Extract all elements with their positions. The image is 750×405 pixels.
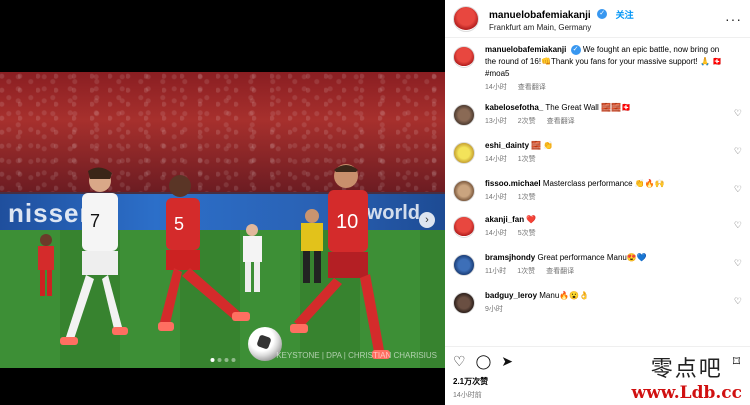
carousel-dots — [210, 358, 235, 362]
comment-row: badguy_leroy Manu🔥😮👌 9小时 ♡ — [445, 290, 750, 328]
svg-text:10: 10 — [336, 211, 358, 233]
verified-badge-icon: ✓ — [597, 8, 608, 19]
comment-time: 13小时 — [485, 118, 507, 125]
svg-text:5: 5 — [174, 214, 184, 234]
carousel-dot-active — [210, 358, 214, 362]
comment-text: ❤️ — [526, 215, 537, 224]
comment-likes[interactable]: 2次赞 — [518, 118, 536, 125]
heart-icon[interactable]: ♡ — [734, 108, 742, 119]
comment-row: akanji_fan ❤️ 14小时 5次赞 ♡ — [445, 214, 750, 252]
avatar[interactable] — [453, 216, 475, 238]
translate-link[interactable]: 查看翻译 — [547, 118, 575, 125]
comment-likes[interactable]: 1次赞 — [518, 156, 536, 163]
comment-time: 9小时 — [485, 306, 503, 313]
media-area: nissen OO world 7 5 10 KEYSTONE | DPA | … — [0, 0, 445, 405]
verified-badge-icon: ✓ — [570, 44, 581, 55]
heart-icon[interactable]: ♡ — [453, 353, 466, 370]
post-side-panel: manuelobafemiakanji ✓ 关注 Frankfurt am Ma… — [445, 0, 750, 405]
comment-row: fissoo.michael Masterclass performance 👏… — [445, 178, 750, 214]
carousel-dot — [217, 358, 221, 362]
comment-username[interactable]: kabelosefotha_ — [485, 103, 543, 112]
post-photo[interactable]: nissen OO world 7 5 10 KEYSTONE | DPA | … — [0, 72, 445, 368]
heart-icon[interactable]: ♡ — [734, 258, 742, 269]
svg-text:7: 7 — [90, 211, 100, 231]
avatar[interactable] — [453, 142, 475, 164]
comment-likes[interactable]: 1次赞 — [518, 194, 536, 201]
watermark-url: www.Ldb.cc — [631, 383, 742, 403]
heart-icon[interactable]: ♡ — [734, 184, 742, 195]
comment-username[interactable]: bramsjhondy — [485, 253, 535, 262]
comment-text: Masterclass performance 👏🔥🙌 — [542, 179, 665, 188]
carousel-dot — [224, 358, 228, 362]
comment-text: The Great Wall 🧱🧱🇨🇭 — [545, 103, 631, 112]
avatar[interactable] — [453, 180, 475, 202]
comment-text: Great performance Manu😍💙 — [537, 253, 647, 262]
comment-row: kabelosefotha_ The Great Wall 🧱🧱🇨🇭 13小时 … — [445, 102, 750, 140]
post-header: manuelobafemiakanji ✓ 关注 Frankfurt am Ma… — [445, 0, 750, 38]
post-location[interactable]: Frankfurt am Main, Germany — [489, 23, 634, 33]
background-player-red — [38, 234, 54, 296]
site-watermark: 零点吧 www.Ldb.cc — [632, 351, 742, 403]
caption-time: 14小时 — [485, 84, 507, 91]
share-icon[interactable]: ➤ — [501, 353, 513, 370]
post-username[interactable]: manuelobafemiakanji — [489, 10, 591, 21]
comment-icon[interactable]: ◯ — [476, 353, 492, 370]
avatar[interactable] — [453, 254, 475, 276]
comment-time: 14小时 — [485, 230, 507, 237]
translate-link[interactable]: 查看翻译 — [546, 268, 574, 275]
player-switzerland-10: 10 — [290, 164, 390, 359]
comment-row: eshi_dainty 🧱 👏 14小时 1次赞 ♡ — [445, 140, 750, 178]
avatar[interactable] — [453, 5, 479, 32]
comment-time: 11小时 — [485, 268, 507, 275]
carousel-dot — [231, 358, 235, 362]
avatar[interactable] — [453, 292, 475, 314]
comment-time: 14小时 — [485, 156, 507, 163]
comment-time: 14小时 — [485, 194, 507, 201]
comments-list[interactable]: manuelobafemiakanji ✓ We fought an epic … — [445, 44, 750, 344]
comment-row: bramsjhondy Great performance Manu😍💙 11小… — [445, 252, 750, 290]
comment-username[interactable]: badguy_leroy — [485, 291, 537, 300]
translate-link[interactable]: 查看翻译 — [518, 84, 546, 91]
heart-icon[interactable]: ♡ — [734, 220, 742, 231]
avatar[interactable] — [453, 46, 475, 68]
next-image-button[interactable]: › — [419, 212, 435, 228]
comment-text: Manu🔥😮👌 — [539, 291, 590, 300]
heart-icon[interactable]: ♡ — [734, 146, 742, 157]
avatar[interactable] — [453, 104, 475, 126]
follow-button[interactable]: 关注 — [616, 10, 634, 20]
player-germany: 7 — [60, 167, 128, 345]
comment-likes[interactable]: 5次赞 — [518, 230, 536, 237]
comment-username[interactable]: akanji_fan — [485, 215, 524, 224]
heart-icon[interactable]: ♡ — [734, 296, 742, 307]
caption-username[interactable]: manuelobafemiakanji — [485, 45, 566, 54]
photo-credit: KEYSTONE | DPA | CHRISTIAN CHARISIUS — [276, 351, 437, 360]
comment-username[interactable]: eshi_dainty — [485, 141, 529, 150]
comment-username[interactable]: fissoo.michael — [485, 179, 541, 188]
watermark-title: 零点吧 — [650, 357, 723, 382]
more-icon[interactable]: ··· — [725, 11, 742, 27]
comment-likes[interactable]: 1次赞 — [517, 268, 535, 275]
player-switzerland-5: 5 — [158, 175, 250, 331]
caption-row: manuelobafemiakanji ✓ We fought an epic … — [445, 44, 750, 102]
comment-text: 🧱 👏 — [531, 141, 554, 150]
